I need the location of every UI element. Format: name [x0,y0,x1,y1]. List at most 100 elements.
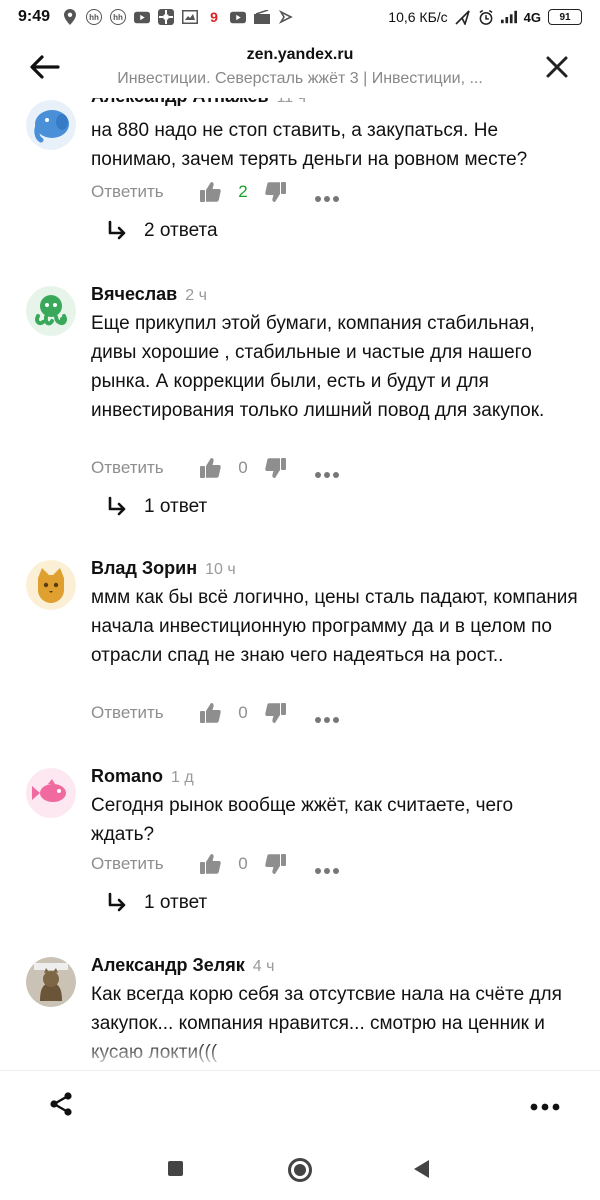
like-button[interactable] [199,457,221,479]
photo-avatar-icon [26,957,76,1007]
close-button[interactable] [544,54,570,80]
avatar[interactable] [26,957,76,1007]
clock: 9:49 [18,8,51,25]
hh-icon: hh [110,9,127,25]
home-button[interactable] [288,1158,312,1182]
like-count: 0 [238,854,248,873]
thumbs-down-icon [265,458,286,478]
comment-actions: Ответить 2 [91,178,339,206]
reply-arrow-icon [108,496,126,516]
battery-icon: 91 [548,9,582,25]
comment-author[interactable]: Вячеслав 2 ч [91,284,207,305]
back-button[interactable] [28,52,62,82]
battery-level: 91 [559,11,571,23]
show-replies-link[interactable]: 1 ответ [106,892,207,914]
comment-author[interactable]: Александр Атнажев 11 ч [91,98,306,107]
comment-author[interactable]: Влад Зорин 10 ч [91,558,236,579]
thumbs-up-icon [200,854,221,874]
more-dots-icon [315,717,339,723]
youtube-icon [230,9,247,25]
reply-button[interactable]: Ответить [91,182,199,202]
dislike-button[interactable] [265,853,287,875]
avatar[interactable] [26,768,76,818]
network-type: 4G [523,9,541,25]
bottom-toolbar [0,1070,600,1136]
dislike-button[interactable] [265,702,287,724]
close-icon [546,56,568,78]
like-button[interactable] [199,702,221,724]
comments-list: Александр Атнажев 11 ч на 880 надо не сто… [0,98,600,1070]
show-replies-link[interactable]: 2 ответа [106,220,218,242]
comment-time: 10 ч [205,561,236,578]
thumbs-down-icon [265,182,286,202]
more-button[interactable] [315,464,339,478]
system-nav-bar [0,1136,600,1200]
dislike-button[interactable] [265,457,287,479]
reply-arrow-icon [108,892,126,912]
like-button[interactable] [199,181,221,203]
youtube-icon [134,9,151,25]
more-dots-icon [315,196,339,202]
avatar[interactable] [26,286,76,336]
reply-button[interactable]: Ответить [91,854,199,874]
elephant-avatar-icon [26,100,76,150]
comment-text: Сегодня рынок вообще жжёт, как считаете,… [91,795,514,845]
author-name: Влад Зорин [91,558,198,578]
menu-button[interactable] [530,1099,560,1111]
dislike-button[interactable] [265,181,287,203]
comment-actions: Ответить 0 [91,699,339,727]
comment-author[interactable]: Romano 1 д [91,766,194,787]
author-name: Александр Зеляк [91,955,245,975]
reply-button[interactable]: Ответить [91,458,199,478]
more-dots-icon [315,868,339,874]
reply-button[interactable]: Ответить [91,703,199,723]
author-name: Romano [91,766,163,786]
net-speed: 10,6 КБ/с [388,9,448,25]
comment-author[interactable]: Александр Зеляк 4 ч [91,955,274,976]
like-count: 0 [238,458,248,477]
like-count: 2 [238,182,248,201]
thumbs-up-icon [200,703,221,723]
replies-count: 2 ответа [144,220,218,241]
system-back-button[interactable] [414,1160,429,1178]
replies-count: 1 ответ [144,496,208,517]
signal-strength-icon [500,9,517,25]
comment-text: Еще прикупил этой бумаги, компания стаби… [91,313,545,421]
more-button[interactable] [315,860,339,874]
more-dots-icon [530,1103,560,1111]
avatar[interactable] [26,100,76,150]
comment-text: на 880 надо не стоп ставить, а закупатьс… [91,120,528,170]
more-button[interactable] [315,188,339,202]
avatar[interactable] [26,560,76,610]
share-button[interactable] [48,1091,74,1117]
alarm-icon [478,9,494,25]
cat-avatar-icon [26,560,76,610]
network-icon [158,9,175,25]
fish-avatar-icon [26,768,76,818]
author-name: Александр Атнажев [91,98,269,106]
more-button[interactable] [315,709,339,723]
arrow-left-icon [30,55,60,79]
comment-time: 2 ч [185,287,207,304]
reply-arrow-icon [108,220,126,240]
send-icon [455,9,471,25]
page-domain: zen.yandex.ru [246,46,354,63]
comment-time: 11 ч [277,98,306,106]
author-name: Вячеслав [91,284,178,304]
hh-icon: hh [86,9,103,25]
comment-text: ммм как бы всё логично, цены сталь падаю… [91,587,578,666]
scroll-fade [0,1040,600,1070]
thumbs-up-icon [200,458,221,478]
status-bar: 9:49 hh hh 9 10,6 КБ/с 4G 91 [0,0,600,34]
thumbs-down-icon [265,854,286,874]
like-count: 0 [238,703,248,722]
comment-actions: Ответить 0 [91,454,339,482]
thumbs-up-icon [200,182,221,202]
comment-time: 4 ч [252,958,275,975]
octopus-avatar-icon [26,286,76,336]
like-button[interactable] [199,853,221,875]
browser-header: zen.yandex.ru Инвестиции. Северсталь жжё… [0,34,600,98]
more-dots-icon [315,472,339,478]
show-replies-link[interactable]: 1 ответ [106,496,207,518]
recent-apps-button[interactable] [168,1161,183,1176]
